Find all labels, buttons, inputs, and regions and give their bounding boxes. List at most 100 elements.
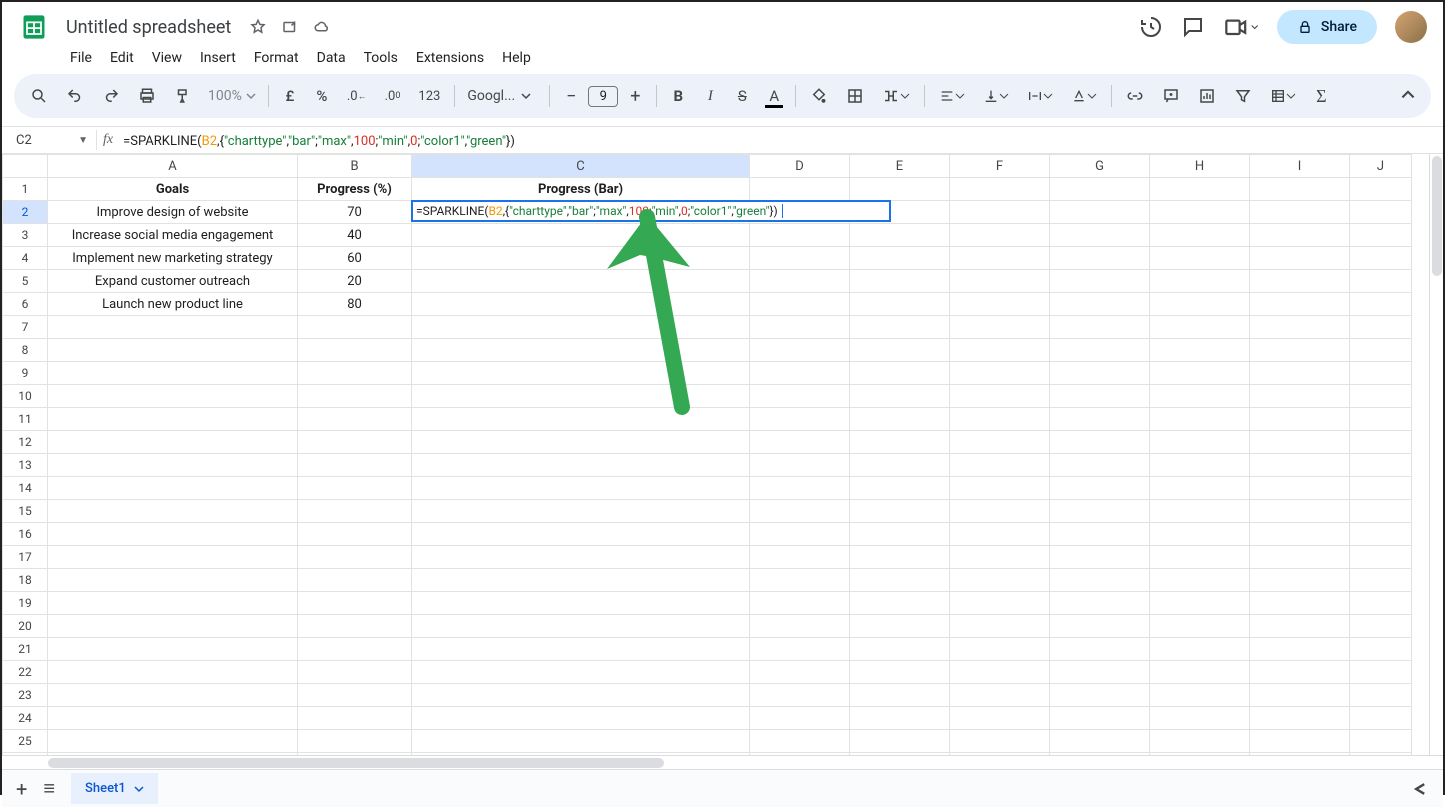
cell[interactable] — [750, 247, 850, 270]
cell[interactable] — [48, 638, 298, 661]
cell[interactable] — [1050, 316, 1150, 339]
cell[interactable] — [850, 247, 950, 270]
row-header[interactable]: 14 — [3, 477, 48, 500]
cell[interactable] — [950, 615, 1050, 638]
cell[interactable] — [1050, 523, 1150, 546]
row-header[interactable]: 22 — [3, 661, 48, 684]
row-header[interactable]: 10 — [3, 385, 48, 408]
cell[interactable]: Increase social media engagement — [48, 224, 298, 247]
menu-view[interactable]: View — [144, 46, 190, 70]
cell[interactable] — [750, 178, 850, 201]
cell[interactable] — [1250, 523, 1350, 546]
text-color-icon[interactable]: A — [759, 81, 789, 111]
cell[interactable] — [1150, 592, 1250, 615]
row-header[interactable]: 17 — [3, 546, 48, 569]
cell[interactable] — [298, 362, 412, 385]
cell[interactable]: Goals — [48, 178, 298, 201]
cell[interactable] — [298, 730, 412, 753]
cell[interactable] — [1350, 454, 1412, 477]
cell[interactable] — [750, 385, 850, 408]
cell[interactable] — [412, 592, 750, 615]
cell[interactable] — [1050, 638, 1150, 661]
cell[interactable] — [48, 707, 298, 730]
cell[interactable] — [1150, 201, 1250, 224]
sheets-logo[interactable] — [18, 11, 50, 43]
history-icon[interactable] — [1139, 15, 1163, 39]
cell[interactable] — [950, 707, 1050, 730]
row-header[interactable]: 4 — [3, 247, 48, 270]
cell[interactable] — [1150, 753, 1250, 756]
menu-tools[interactable]: Tools — [356, 46, 406, 70]
cell[interactable] — [750, 523, 850, 546]
cell[interactable] — [1350, 615, 1412, 638]
cell[interactable] — [1350, 753, 1412, 756]
cell[interactable] — [412, 247, 750, 270]
cell[interactable] — [850, 339, 950, 362]
cell[interactable] — [48, 684, 298, 707]
cell[interactable] — [850, 500, 950, 523]
row-header[interactable]: 19 — [3, 592, 48, 615]
cell[interactable] — [850, 385, 950, 408]
filter-icon[interactable] — [1226, 81, 1260, 111]
cell[interactable] — [850, 477, 950, 500]
row-header[interactable]: 15 — [3, 500, 48, 523]
cell[interactable]: 40 — [298, 224, 412, 247]
cell[interactable] — [950, 408, 1050, 431]
cell[interactable] — [950, 753, 1050, 756]
meet-icon[interactable] — [1223, 15, 1259, 39]
row-header[interactable]: 21 — [3, 638, 48, 661]
cell[interactable] — [1150, 615, 1250, 638]
cell[interactable] — [750, 753, 850, 756]
cell[interactable] — [1050, 477, 1150, 500]
column-header[interactable]: E — [850, 155, 950, 178]
cell[interactable] — [850, 270, 950, 293]
row-header[interactable]: 24 — [3, 707, 48, 730]
cell[interactable] — [1350, 523, 1412, 546]
cell[interactable] — [1150, 293, 1250, 316]
cell[interactable] — [1250, 201, 1350, 224]
cell[interactable] — [750, 546, 850, 569]
cell[interactable] — [950, 523, 1050, 546]
cell[interactable] — [750, 431, 850, 454]
increase-font-icon[interactable]: + — [620, 81, 650, 111]
cell[interactable] — [412, 684, 750, 707]
cell[interactable] — [1050, 569, 1150, 592]
cell[interactable] — [850, 638, 950, 661]
cell[interactable] — [1250, 224, 1350, 247]
cell[interactable] — [1250, 270, 1350, 293]
cell[interactable] — [1050, 247, 1150, 270]
row-header[interactable]: 11 — [3, 408, 48, 431]
paint-format-icon[interactable] — [166, 81, 200, 111]
cell[interactable] — [298, 638, 412, 661]
star-icon[interactable] — [249, 18, 267, 36]
cell[interactable] — [750, 592, 850, 615]
menu-format[interactable]: Format — [246, 46, 307, 70]
cell[interactable] — [412, 454, 750, 477]
cell[interactable] — [412, 707, 750, 730]
font-select[interactable]: Googl... — [461, 88, 543, 104]
cell[interactable] — [850, 454, 950, 477]
cell[interactable] — [298, 753, 412, 756]
cell[interactable] — [1050, 730, 1150, 753]
cell[interactable] — [1250, 454, 1350, 477]
cell[interactable] — [1050, 385, 1150, 408]
add-sheet-icon[interactable]: + — [16, 777, 27, 801]
cell[interactable] — [750, 684, 850, 707]
cell[interactable] — [1250, 615, 1350, 638]
cell[interactable] — [950, 362, 1050, 385]
cell[interactable] — [1350, 661, 1412, 684]
cell[interactable] — [750, 293, 850, 316]
cell[interactable] — [950, 385, 1050, 408]
column-header[interactable]: B — [298, 155, 412, 178]
cell[interactable] — [1050, 684, 1150, 707]
cell[interactable] — [850, 753, 950, 756]
doc-title[interactable]: Untitled spreadsheet — [60, 15, 237, 40]
cell[interactable] — [950, 178, 1050, 201]
cell[interactable] — [1150, 638, 1250, 661]
cell[interactable] — [1250, 707, 1350, 730]
active-cell-editor[interactable]: =SPARKLINE(B2,{"charttype","bar";"max",1… — [411, 200, 891, 222]
cell[interactable] — [1150, 730, 1250, 753]
format-number-icon[interactable]: 123 — [410, 81, 448, 111]
cell[interactable] — [1150, 707, 1250, 730]
cell[interactable] — [412, 661, 750, 684]
